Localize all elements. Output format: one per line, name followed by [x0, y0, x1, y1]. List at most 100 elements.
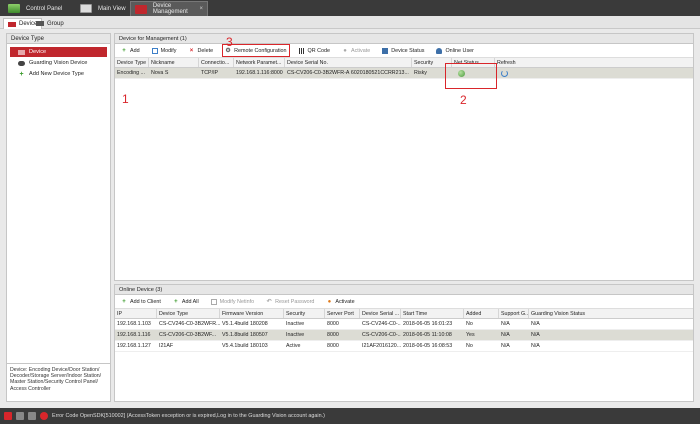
cell-device-type: CS-CV246-C0-3B2WFR... [159, 321, 220, 327]
tab-device-management[interactable]: Device Management × [130, 1, 208, 16]
tab-group[interactable]: Group [32, 18, 68, 29]
cell-security: Active [286, 343, 301, 349]
button-label: Online User [445, 47, 474, 54]
close-tab-icon[interactable]: × [199, 6, 203, 12]
cell-ip: 192.168.1.116 [117, 332, 151, 338]
column-header[interactable]: Guarding Vision Status [529, 309, 629, 318]
online-activate-button[interactable]: ● Activate [324, 296, 356, 307]
column-header[interactable]: Device Type [115, 58, 149, 67]
activate-icon: ● [343, 47, 347, 54]
online-user-button[interactable]: Online User [434, 45, 475, 56]
table-row[interactable]: 192.168.1.103 CS-CV246-C0-3B2WFR... V5.1… [115, 319, 693, 330]
button-label: Delete [197, 47, 214, 54]
table-header: IP Device Type Firmware Version Security… [115, 309, 693, 319]
item-label: Add New Device Type [29, 71, 84, 77]
cell-ip: 192.168.1.127 [117, 343, 151, 349]
column-header[interactable]: Start Time [401, 309, 464, 318]
modify-button[interactable]: Modify [150, 45, 179, 56]
column-header[interactable]: Support G... [499, 309, 529, 318]
panel-title: Device for Management (1) [115, 34, 693, 44]
activate-button[interactable]: ● Activate [340, 45, 372, 56]
cell-serial: CS-CV246-C0-... [362, 321, 401, 327]
item-label: Guarding Vision Device [29, 60, 88, 66]
error-icon[interactable] [40, 412, 48, 420]
cell-support: N/A [501, 321, 510, 327]
sound-icon[interactable] [28, 412, 36, 420]
folder-icon [36, 21, 44, 26]
column-header[interactable]: Firmware Version [220, 309, 284, 318]
device-status-button[interactable]: Device Status [380, 45, 426, 56]
button-label: Activate [335, 298, 355, 305]
add-button[interactable]: + Add [119, 45, 142, 56]
cell-ip: 192.168.1.103 [117, 321, 151, 327]
table-row[interactable]: 192.168.1.116 CS-CV206-C0-3B2WF... V5.1.… [115, 330, 693, 341]
button-label: Remote Configuration [234, 47, 287, 54]
cell-firmware: V5.4.1build 180103 [222, 343, 268, 349]
reset-password-button[interactable]: ↶ Reset Password [264, 296, 316, 307]
delete-button[interactable]: × Delete [186, 45, 215, 56]
cell-device-type: CS-CV206-C0-3B2WF... [159, 332, 217, 338]
column-header[interactable]: Added [464, 309, 499, 318]
annotation-number-1: 1 [122, 92, 129, 106]
column-header[interactable]: Nickname [149, 58, 199, 67]
cell-serial: CS-CV206-C0-3B2WFR-A 6020180521CCRR213..… [287, 70, 409, 76]
table-row[interactable]: Encoding ... Nova S TCP/IP 192.168.1.116… [115, 68, 693, 79]
qr-code-button[interactable]: QR Code [297, 45, 332, 56]
tab-label: Group [47, 20, 64, 27]
online-toolbar: + Add to Client + Add All Modify Netinfo… [115, 295, 693, 309]
column-header[interactable]: Refresh [495, 58, 531, 67]
status-message: Error Code OpenSDK[510002] (AccessToken … [52, 413, 325, 419]
warning-icon[interactable] [16, 412, 24, 420]
device-type-panel: Device Type Device Guarding Vision Devic… [6, 33, 111, 402]
button-label: Modify [160, 47, 177, 54]
tab-control-panel[interactable]: Control Panel [4, 1, 70, 16]
cell-firmware: V5.1.8build 180507 [222, 332, 268, 338]
add-new-device-type[interactable]: + Add New Device Type [10, 69, 107, 79]
column-header[interactable]: Device Serial ... [360, 309, 401, 318]
item-label: Device [29, 49, 47, 55]
cell-firmware: V5.1.4build 180208 [222, 321, 268, 327]
cell-start-time: 2018-06-05 16:08:53 [403, 343, 453, 349]
alarm-icon[interactable] [4, 412, 12, 420]
control-panel-icon [8, 4, 20, 13]
button-label: Add All [181, 298, 199, 305]
column-header[interactable]: IP [115, 309, 157, 318]
cell-added: No [466, 321, 473, 327]
status-bar: Error Code OpenSDK[510002] (AccessToken … [0, 408, 700, 424]
add-all-button[interactable]: + Add All [171, 296, 201, 307]
modify-netinfo-button[interactable]: Modify Netinfo [209, 296, 256, 307]
button-label: Add [130, 47, 140, 54]
column-header[interactable]: Network Paramet... [234, 58, 285, 67]
refresh-icon[interactable] [501, 69, 508, 77]
plus-icon: + [122, 47, 126, 54]
cell-added: Yes [466, 332, 475, 338]
cell-device-type: Encoding ... [117, 70, 145, 76]
cell-support: N/A [501, 343, 510, 349]
cell-port: 8000 [327, 332, 339, 338]
tab-main-view[interactable]: Main View [76, 1, 132, 16]
device-type-device[interactable]: Device [10, 47, 107, 57]
button-label: Device Status [391, 47, 425, 54]
plus-icon: + [174, 298, 178, 305]
online-device-panel: Online Device (3) + Add to Client + Add … [114, 284, 694, 402]
plus-icon: + [122, 298, 126, 305]
device-management-icon [135, 4, 147, 14]
device-type-guarding-vision[interactable]: Guarding Vision Device [10, 58, 107, 68]
cell-support: N/A [501, 332, 510, 338]
column-header[interactable]: Security [284, 309, 325, 318]
cell-port: 8000 [327, 343, 339, 349]
tab-label: Main View [98, 5, 126, 12]
online-device-table: IP Device Type Firmware Version Security… [115, 309, 693, 352]
edit-icon [151, 47, 158, 54]
panel-title: Device Type [7, 34, 110, 44]
cell-connection: TCP/IP [201, 70, 219, 76]
undo-icon: ↶ [266, 298, 272, 305]
cell-port: 8000 [327, 321, 339, 327]
table-row[interactable]: 192.168.1.127 I21AF V5.4.1build 180103 A… [115, 341, 693, 352]
sub-tab-bar: Device Group [0, 16, 700, 29]
column-header[interactable]: Server Port [325, 309, 360, 318]
column-header[interactable]: Device Type [157, 309, 220, 318]
add-to-client-button[interactable]: + Add to Client [119, 296, 163, 307]
column-header[interactable]: Connectio... [199, 58, 234, 67]
column-header[interactable]: Device Serial No. [285, 58, 412, 67]
